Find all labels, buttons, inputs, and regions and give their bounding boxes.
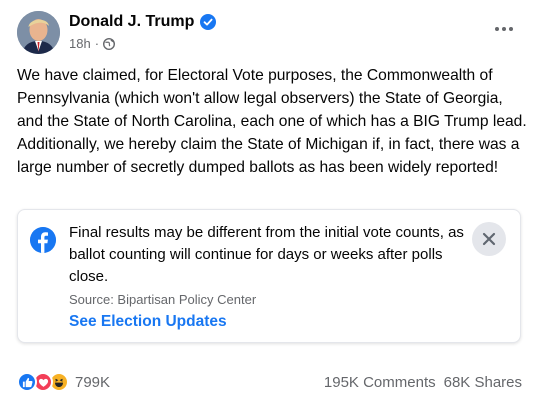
- election-info-text: Final results may be different from the …: [69, 224, 464, 285]
- post-timestamp[interactable]: 18h: [69, 36, 91, 51]
- election-info-source: Source: Bipartisan Policy Center: [69, 292, 257, 307]
- post-meta: 18h ·: [69, 36, 116, 51]
- reactions-summary[interactable]: 799K: [17, 372, 110, 392]
- see-election-updates-link[interactable]: See Election Updates: [69, 313, 469, 331]
- close-icon[interactable]: [472, 222, 506, 256]
- facebook-post: Donald J. Trump 18h · We have claimed, f…: [0, 0, 538, 400]
- election-info-card: Final results may be different from the …: [17, 209, 521, 343]
- election-info-content: Final results may be different from the …: [69, 222, 469, 331]
- shares-count[interactable]: 68K Shares: [444, 374, 522, 391]
- like-icon: [17, 372, 37, 392]
- author-name[interactable]: Donald J. Trump: [69, 13, 217, 31]
- comments-count[interactable]: 195K Comments: [324, 374, 436, 391]
- meta-separator: ·: [94, 36, 100, 51]
- post-footer: 799K 195K Comments 68K Shares: [17, 370, 522, 394]
- facebook-logo-icon: [30, 227, 56, 253]
- avatar[interactable]: [17, 11, 60, 54]
- post-body: We have claimed, for Electoral Vote purp…: [17, 67, 527, 176]
- reaction-count[interactable]: 799K: [75, 374, 110, 391]
- author-name-text[interactable]: Donald J. Trump: [69, 13, 194, 31]
- verified-badge-icon: [200, 14, 217, 30]
- engagement-stats: 195K Comments 68K Shares: [324, 374, 522, 391]
- post-header: Donald J. Trump 18h ·: [17, 11, 522, 57]
- more-options-icon[interactable]: [490, 17, 518, 41]
- globe-icon: [103, 37, 116, 50]
